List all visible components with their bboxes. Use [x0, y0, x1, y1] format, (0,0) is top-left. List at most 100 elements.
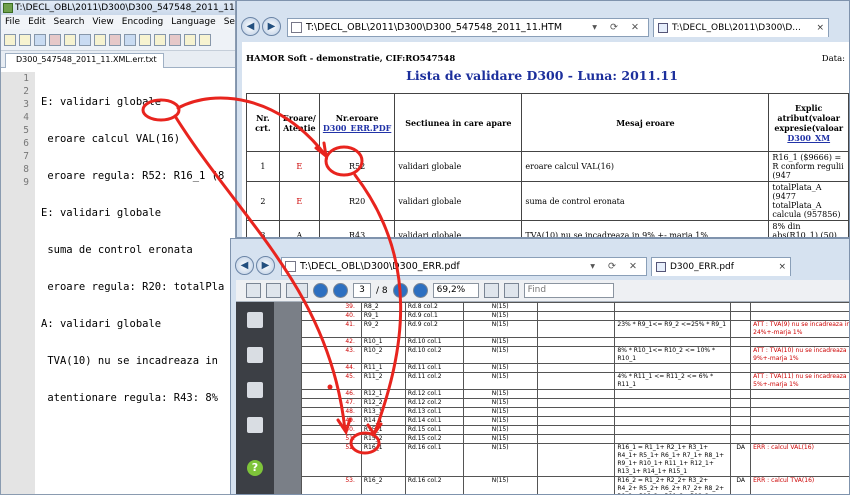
paste-icon[interactable] [139, 33, 151, 46]
code-line: atentionare regula: R43: 8% [41, 392, 219, 404]
page-number-input[interactable]: 3 [353, 283, 371, 298]
menu-search[interactable]: Search [54, 17, 85, 27]
cell-type: N(15) [462, 443, 538, 477]
tab-close-icon[interactable]: × [816, 19, 824, 37]
cell-mesaj: TVA(10) nu se incadreaza in 9% +- marja … [521, 220, 770, 237]
menu-settings[interactable]: Setti [224, 17, 235, 27]
cell-formula [614, 311, 732, 321]
pdf-address-controls[interactable]: ▾ ⟳ ✕ [590, 258, 642, 275]
cell-blank [536, 337, 616, 347]
page-total: / 8 [376, 285, 388, 296]
zoom-out-icon[interactable] [392, 283, 408, 298]
fit-page-icon[interactable] [503, 283, 519, 298]
notepad-window: T:\DECL_OBL\2011\D300\D300_547548_2011_1… [0, 0, 236, 495]
cell-number: 39. [301, 302, 362, 312]
cut-icon[interactable] [109, 33, 121, 46]
menu-view[interactable]: View [92, 17, 113, 27]
pdf-sidebar: ? [236, 302, 274, 494]
cell-flag [730, 337, 752, 347]
tab-close-icon[interactable]: × [778, 258, 786, 276]
cell-formula: 8% * R10_1<= R10_2 <= 10% * R10_1 [614, 346, 732, 364]
page-down-icon[interactable] [333, 283, 348, 298]
pdf-address-text: T:\DECL_OBL\D300\D300_ERR.pdf [300, 261, 460, 272]
redo-icon[interactable] [169, 33, 181, 46]
cell-formula [614, 389, 732, 399]
address-bar[interactable]: T:\DECL_OBL\2011\D300\D300_547548_2011_1… [287, 18, 649, 37]
save-all-icon[interactable] [49, 33, 61, 46]
menu-language[interactable]: Language [171, 17, 215, 27]
cell-flag [730, 302, 752, 312]
line-number: 2 [23, 86, 29, 97]
notepad-file-tab[interactable]: D300_547548_2011_11.XML.err.txt [5, 53, 164, 68]
close-all-icon[interactable] [79, 33, 91, 46]
cell-type: N(15) [462, 476, 538, 494]
cell-number: 44. [301, 363, 362, 373]
zoom-select[interactable]: 69,2% [432, 283, 479, 298]
binoculars-icon[interactable] [247, 382, 263, 398]
code-line: eroare calcul VAL(16) [41, 133, 181, 145]
cell-code: R8_2 [360, 302, 406, 312]
print-icon[interactable] [94, 33, 106, 46]
table-row: 47. R12_2 Rd.12 col.2 N(15) [301, 398, 849, 408]
back-arrow-icon[interactable]: ◀ [241, 17, 260, 36]
table-row: 52. R16_1 Rd.16 col.1 N(15) R16_1 = R1_1+ R2… [301, 443, 849, 477]
cell-type: N(15) [462, 311, 538, 321]
save-icon[interactable] [266, 283, 281, 298]
share-icon[interactable] [286, 283, 308, 298]
page-up-icon[interactable] [313, 283, 328, 298]
menu-encoding[interactable]: Encoding [122, 17, 163, 27]
explic-label: Explic atribut(valoar expresie(valoar [774, 102, 844, 133]
undo-icon[interactable] [154, 33, 166, 46]
cell-flag [730, 398, 752, 408]
help-icon[interactable]: ? [247, 460, 263, 476]
menu-edit[interactable]: Edit [28, 17, 45, 27]
cell-number: 40. [301, 311, 362, 321]
cell-blank [536, 476, 616, 494]
browser-tab-pdf[interactable]: D300_ERR.pdf × [651, 257, 791, 276]
code-line: suma de control eronata [41, 244, 193, 256]
table-row: 41. R9_2 Rd.9 col.2 N(15) 23% * R9_1<= R9_2 … [301, 320, 849, 338]
cell-location: Rd.14 col.1 [404, 416, 464, 426]
cell-type: N(15) [462, 434, 538, 444]
bookmarks-icon[interactable] [247, 347, 263, 363]
save-icon[interactable] [34, 33, 46, 46]
col-sectiunea: Sectiunea in care apare [394, 93, 523, 152]
cell-message [750, 311, 849, 321]
cell-formula: R16_1 = R1_1+ R2_1+ R3_1+ R4_1+ R5_1+ R6… [614, 443, 732, 477]
copy-icon[interactable] [124, 33, 136, 46]
scroll-mode-icon[interactable] [483, 283, 499, 298]
forward-arrow-icon[interactable]: ▶ [256, 256, 275, 275]
code-line: eroare regula: R52: R16_1 (8 [41, 170, 225, 182]
new-file-icon[interactable] [4, 33, 16, 46]
cell-mesaj: eroare calcul VAL(16) [521, 151, 770, 182]
back-arrow-icon[interactable]: ◀ [235, 256, 254, 275]
browser-tab-report[interactable]: T:\DECL_OBL\2011\D300\D... × [653, 18, 829, 37]
cell-cod: R43 [318, 220, 396, 237]
print-icon[interactable] [246, 283, 261, 298]
table-row: 42. R10_1 Rd.10 col.1 N(15) [301, 337, 849, 347]
cell-code: R15_2 [360, 434, 406, 444]
pdf-address-bar[interactable]: T:\DECL_OBL\D300\D300_ERR.pdf ▾ ⟳ ✕ [281, 257, 647, 276]
close-icon[interactable] [64, 33, 76, 46]
xml-link[interactable]: D300_XM [772, 133, 845, 143]
menu-file[interactable]: File [5, 17, 20, 27]
layers-icon[interactable] [247, 417, 263, 433]
cell-location: Rd.16 col.2 [404, 476, 464, 494]
pages-icon[interactable] [247, 312, 263, 328]
line-number: 6 [23, 138, 29, 149]
cell-message: ATT : TVA(9) nu se incadreaza in 24%+-ma… [750, 320, 849, 338]
find-input[interactable]: Find [523, 283, 614, 298]
replace-icon[interactable] [199, 33, 211, 46]
cell-code: R9_2 [360, 320, 406, 338]
pdf-viewport[interactable]: 39. R8_2 Rd.8 col.2 N(15) 40. R9_1 Rd.9 col.1 N… [274, 302, 849, 494]
address-controls[interactable]: ▾ ⟳ ✕ [592, 19, 644, 36]
err-pdf-link[interactable]: D300_ERR.PDF [323, 123, 391, 133]
find-icon[interactable] [184, 33, 196, 46]
open-file-icon[interactable] [19, 33, 31, 46]
zoom-in-icon[interactable] [412, 283, 428, 298]
cell-number: 51. [301, 434, 362, 444]
notepad-editor[interactable]: 1 2 3 4 5 6 7 8 9 E: validari globale er… [1, 72, 235, 494]
editor-text[interactable]: E: validari globale eroare calcul VAL(16… [35, 72, 224, 494]
cell-message [750, 302, 849, 312]
forward-arrow-icon[interactable]: ▶ [262, 17, 281, 36]
